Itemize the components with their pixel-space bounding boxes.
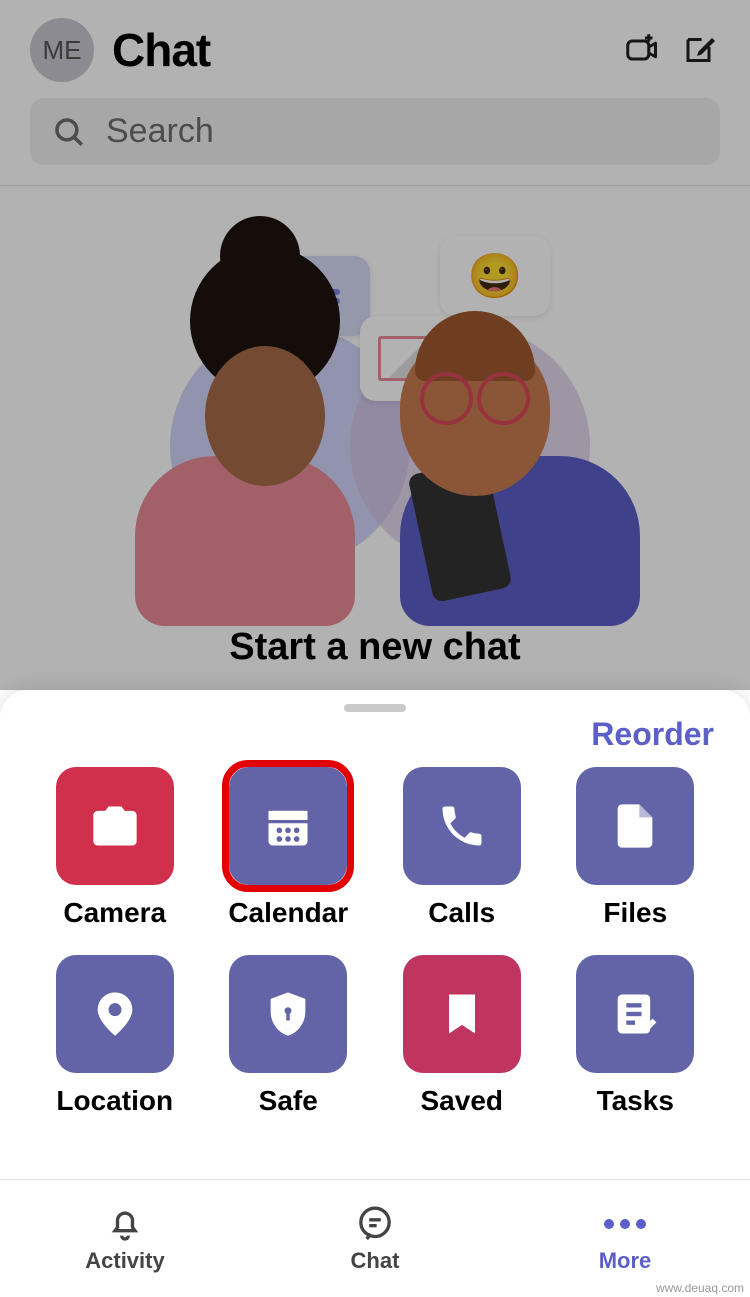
app-tile-calls[interactable]: Calls — [375, 767, 549, 929]
empty-state-title: Start a new chat — [0, 626, 750, 669]
app-tile-files[interactable]: Files — [549, 767, 723, 929]
search-placeholder: Search — [106, 112, 214, 151]
camera-icon — [56, 767, 174, 885]
calendar-icon — [229, 767, 347, 885]
nav-more[interactable]: More — [500, 1180, 750, 1297]
search-input[interactable]: Search — [30, 98, 720, 165]
app-tile-label: Safe — [259, 1085, 318, 1117]
avatar[interactable]: ME — [30, 18, 94, 82]
app-tile-safe[interactable]: Safe — [202, 955, 376, 1117]
search-row: Search — [0, 92, 750, 175]
tasks-icon — [576, 955, 694, 1073]
dots-icon — [604, 1204, 646, 1244]
watermark: www.deuaq.com — [656, 1281, 744, 1295]
location-icon — [56, 955, 174, 1073]
shield-icon — [229, 955, 347, 1073]
app-tile-label: Location — [56, 1085, 173, 1117]
app-tile-calendar[interactable]: Calendar — [202, 767, 376, 929]
more-apps-sheet: Reorder Camera Calendar Calls Files Location… — [0, 690, 750, 1179]
app-tile-label: Files — [603, 897, 667, 929]
app-tile-label: Saved — [421, 1085, 504, 1117]
apps-grid: Camera Calendar Calls Files Location Safe Save… — [0, 767, 750, 1117]
header-area: ME Chat Search — [0, 0, 750, 186]
search-icon — [52, 115, 86, 149]
file-icon — [576, 767, 694, 885]
nav-chat[interactable]: Chat — [250, 1180, 500, 1297]
nav-label: More — [599, 1248, 652, 1274]
empty-illustration: 😀 — [160, 256, 590, 586]
phone-icon — [403, 767, 521, 885]
nav-activity[interactable]: Activity — [0, 1180, 250, 1297]
chat-icon — [355, 1204, 395, 1244]
bookmark-icon — [403, 955, 521, 1073]
app-tile-label: Calls — [428, 897, 495, 929]
app-screen: ME Chat Search 😀 Start a — [0, 0, 750, 1297]
app-tile-label: Calendar — [228, 897, 348, 929]
bottom-nav: Activity Chat More — [0, 1179, 750, 1297]
sheet-grabber[interactable] — [344, 704, 406, 712]
nav-label: Chat — [351, 1248, 400, 1274]
app-tile-location[interactable]: Location — [28, 955, 202, 1117]
app-tile-camera[interactable]: Camera — [28, 767, 202, 929]
page-title: Chat — [112, 23, 604, 77]
meet-now-icon[interactable] — [622, 30, 662, 70]
empty-state: 😀 Start a new chat — [0, 186, 750, 669]
app-tile-label: Tasks — [597, 1085, 674, 1117]
reorder-button[interactable]: Reorder — [0, 716, 750, 767]
compose-icon[interactable] — [680, 30, 720, 70]
app-tile-tasks[interactable]: Tasks — [549, 955, 723, 1117]
nav-label: Activity — [85, 1248, 164, 1274]
app-tile-label: Camera — [63, 897, 166, 929]
app-tile-saved[interactable]: Saved — [375, 955, 549, 1117]
bell-icon — [105, 1204, 145, 1244]
top-bar: ME Chat — [0, 0, 750, 92]
